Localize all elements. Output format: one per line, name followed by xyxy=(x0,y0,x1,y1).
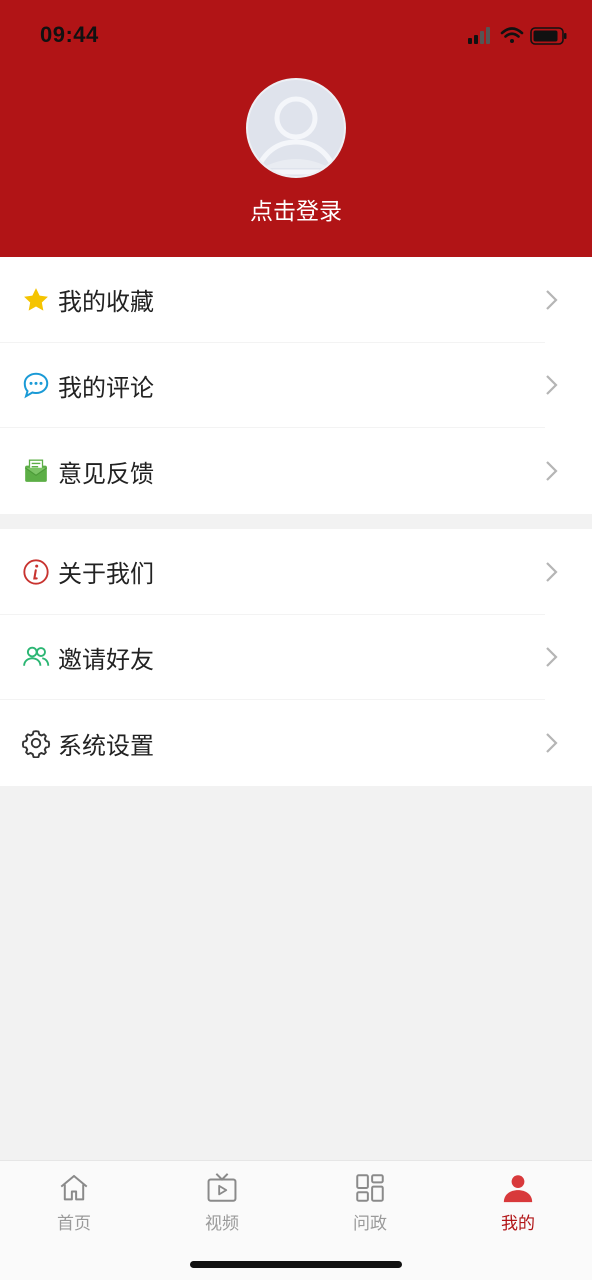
avatar[interactable] xyxy=(246,78,346,178)
chevron-right-icon xyxy=(546,733,558,753)
menu-group-secondary: 关于我们 邀请好友 系统设置 xyxy=(0,529,592,786)
menu-item-favorites[interactable]: 我的收藏 xyxy=(0,257,592,343)
tab-label: 问政 xyxy=(353,1214,387,1234)
profile-header: 09:44 点击登录 xyxy=(0,0,592,257)
star-icon xyxy=(21,285,51,315)
home-indicator xyxy=(190,1261,402,1268)
cellular-signal-icon xyxy=(468,27,490,44)
menu-item-label: 关于我们 xyxy=(58,560,154,589)
tab-home[interactable]: 首页 xyxy=(0,1171,148,1234)
status-icons xyxy=(468,24,568,48)
menu-item-label: 我的收藏 xyxy=(58,288,154,317)
tab-video[interactable]: 视频 xyxy=(148,1171,296,1234)
feedback-mail-icon xyxy=(21,456,51,486)
chevron-right-icon xyxy=(546,562,558,582)
menu-item-label: 邀请好友 xyxy=(58,645,154,674)
chevron-right-icon xyxy=(546,290,558,310)
login-button[interactable]: 点击登录 xyxy=(0,192,592,226)
tab-label: 视频 xyxy=(205,1214,239,1234)
menu-group-primary: 我的收藏 我的评论 意见反馈 xyxy=(0,257,592,514)
tv-icon xyxy=(207,1173,237,1202)
tab-label: 首页 xyxy=(57,1214,91,1234)
home-icon xyxy=(60,1174,88,1201)
menu-item-about[interactable]: 关于我们 xyxy=(0,529,592,615)
menu-item-label: 系统设置 xyxy=(58,731,154,760)
menu-item-feedback[interactable]: 意见反馈 xyxy=(0,428,592,514)
menu-item-label: 我的评论 xyxy=(58,373,154,402)
chevron-right-icon xyxy=(546,647,558,668)
tab-wenzheng[interactable]: 问政 xyxy=(296,1171,444,1234)
tab-mine[interactable]: 我的 xyxy=(444,1171,592,1234)
menu-item-invite[interactable]: 邀请好友 xyxy=(0,615,592,701)
chevron-right-icon xyxy=(546,375,558,396)
gear-icon xyxy=(21,728,51,759)
battery-icon xyxy=(530,27,567,45)
info-icon xyxy=(21,557,51,587)
tab-label: 我的 xyxy=(501,1214,535,1234)
friends-icon xyxy=(21,642,51,672)
user-placeholder-icon xyxy=(252,96,340,175)
comment-icon xyxy=(21,370,51,400)
menu-item-label: 意见反馈 xyxy=(58,459,154,488)
menu-item-settings[interactable]: 系统设置 xyxy=(0,700,592,786)
grid-icon xyxy=(356,1174,384,1202)
status-time: 09:44 xyxy=(40,22,99,47)
chevron-right-icon xyxy=(546,461,558,481)
menu-item-comments[interactable]: 我的评论 xyxy=(0,343,592,429)
wifi-icon xyxy=(500,27,524,43)
person-icon xyxy=(503,1175,533,1203)
